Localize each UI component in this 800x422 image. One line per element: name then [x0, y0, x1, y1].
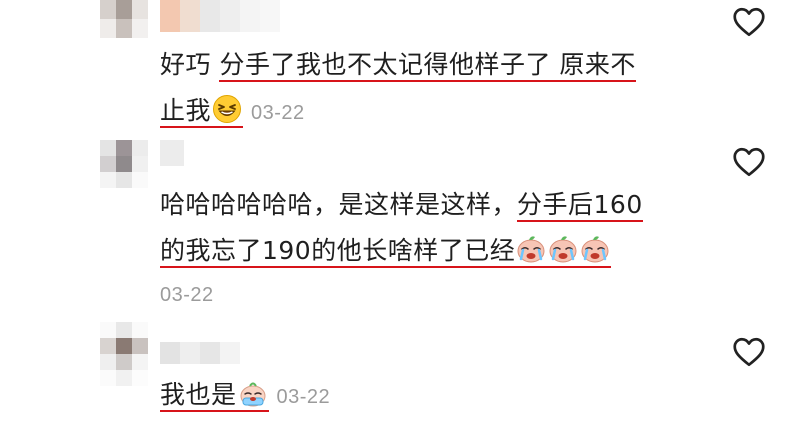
comment-timestamp: 03-22 [276, 386, 331, 408]
like-button[interactable] [731, 4, 767, 40]
comment-text-plain: 哈哈哈哈哈哈，是这样是这样， [160, 190, 518, 219]
heart-outline-icon [733, 147, 765, 177]
crying-peach-emoji [516, 234, 546, 264]
comment-text-plain: 好巧 [160, 50, 220, 79]
username[interactable] [160, 140, 184, 166]
comment-timestamp: 03-22 [160, 284, 214, 306]
comment-text: 哈哈哈哈哈哈，是这样是这样，分手后160 的我忘了190的他长啥样了已经 [160, 182, 643, 274]
crying-baby-emoji [238, 378, 268, 408]
comment-text-underlined: 分手了我也不太记得他样子了 原来不 [219, 50, 636, 82]
heart-outline-icon [733, 337, 765, 367]
crying-peach-emoji [548, 234, 578, 264]
comment-item: 我也是 03-22 [0, 316, 800, 422]
comment-text-underlined: 分手后160 [517, 190, 643, 222]
avatar[interactable] [100, 322, 148, 386]
comment-text: 好巧 分手了我也不太记得他样子了 原来不 止我 03-22 [160, 42, 636, 136]
comment-text: 我也是 03-22 [160, 372, 330, 420]
comment-item: 哈哈哈哈哈哈，是这样是这样，分手后160 的我忘了190的他长啥样了已经 03-… [0, 132, 800, 316]
username[interactable] [160, 0, 280, 32]
comment-timestamp: 03-22 [251, 102, 305, 124]
comment-text-underlined: 我也是 [160, 380, 269, 412]
avatar[interactable] [100, 140, 148, 188]
avatar[interactable] [100, 0, 148, 38]
heart-outline-icon [733, 7, 765, 37]
comment-text-underlined: 的我忘了190的他长啥样了已经 [160, 234, 612, 268]
username[interactable] [160, 342, 240, 364]
laughing-squint-emoji [212, 94, 242, 124]
comment-item: 好巧 分手了我也不太记得他样子了 原来不 止我 03-22 [0, 0, 800, 132]
like-button[interactable] [731, 334, 767, 370]
crying-peach-emoji [580, 234, 610, 264]
comment-text-underlined: 止我 [160, 94, 244, 128]
like-button[interactable] [731, 144, 767, 180]
